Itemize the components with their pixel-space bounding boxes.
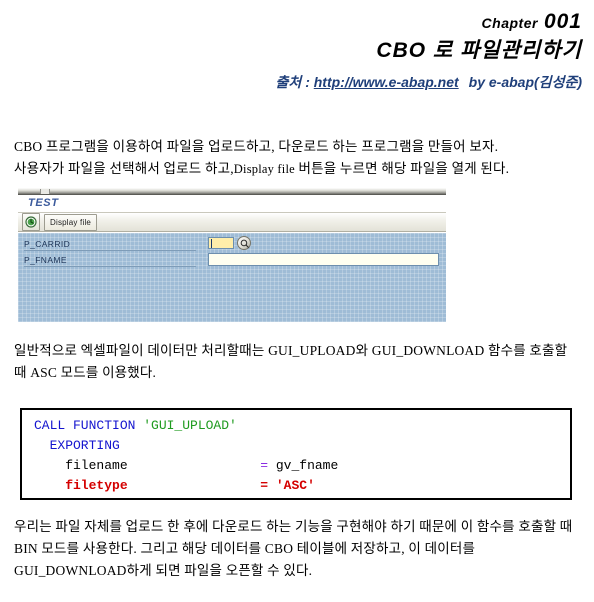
middle-paragraph: 일반적으로 엑셀파일이 데이터만 처리할때는 GUI_UPLOAD와 GUI_D… xyxy=(14,343,568,380)
sap-window-titlebar xyxy=(18,188,446,195)
selection-row-carrid: P_CARRID xyxy=(18,236,446,251)
display-file-button[interactable]: Display file xyxy=(44,213,98,231)
sap-toolbar: Display file xyxy=(18,212,446,232)
field-label-underline xyxy=(24,266,196,267)
field-label-underline xyxy=(24,250,196,251)
field-label-p-carrid: P_CARRID xyxy=(24,238,71,249)
code-value-gv-fname: gv_fname xyxy=(275,458,339,473)
code-value-asc: 'ASC' xyxy=(275,478,315,493)
code-keyword-call-function: CALL FUNCTION xyxy=(34,418,144,433)
code-string-gui-upload: 'GUI_UPLOAD' xyxy=(143,418,237,433)
selection-row-fname: P_FNAME xyxy=(18,252,446,267)
abap-code-block: CALL FUNCTION 'GUI_UPLOAD' EXPORTING fil… xyxy=(20,408,572,500)
code-param-filetype: filetype xyxy=(34,478,128,493)
closing-paragraph: 우리는 파일 자체를 업로드 한 후에 다운로드 하는 기능을 구현해야 하기 … xyxy=(14,519,573,578)
p-carrid-input[interactable] xyxy=(208,237,234,249)
intro-line-2: 사용자가 파일을 선택해서 업로드 하고,Display file 버튼을 누르… xyxy=(14,158,582,180)
chapter-line: Chapter 001 xyxy=(0,11,582,32)
intro-paragraph: CBO 프로그램을 이용하여 파일을 업로드하고, 다운로드 하는 프로그램을 … xyxy=(14,136,582,180)
code-operator-eq-1: = xyxy=(260,458,276,473)
display-file-button-label: Display file xyxy=(50,217,92,227)
sap-selection-area: P_CARRID P_FNAME xyxy=(18,233,446,322)
intro-line-2-part-c: 버튼을 누르면 해당 파일을 열게 된다. xyxy=(298,161,510,176)
chapter-number: 001 xyxy=(543,10,582,33)
display-file-mention: Display file xyxy=(233,162,295,176)
document-header: Chapter 001 CBO 로 파일관리하기 출처 : http://www.… xyxy=(0,0,594,92)
source-label: 출처 : xyxy=(275,74,314,91)
code-pad xyxy=(128,458,261,473)
code-operator-eq-2: = xyxy=(260,478,276,493)
source-author: by e-abap(김성준) xyxy=(468,74,582,91)
chapter-word: Chapter xyxy=(481,15,538,31)
sap-selection-screen-screenshot: TEST Display file P_CARRID P_FNAME xyxy=(18,188,446,322)
source-credit-line: 출처 : http://www.e-abap.net by e-abap(김성준) xyxy=(0,72,582,92)
intro-line-1: CBO 프로그램을 이용하여 파일을 업로드하고, 다운로드 하는 프로그램을 … xyxy=(14,139,499,154)
intro-line-2-part-a: 사용자가 파일을 선택해서 업로드 하고, xyxy=(14,161,234,176)
text-caret xyxy=(211,239,212,248)
code-param-filename: filename xyxy=(34,458,128,473)
p-fname-input[interactable] xyxy=(208,253,439,266)
search-help-icon[interactable] xyxy=(237,236,251,250)
code-keyword-exporting: EXPORTING xyxy=(34,438,120,453)
source-url-link[interactable]: http://www.e-abap.net xyxy=(314,74,459,90)
sap-screen-title: TEST xyxy=(28,197,59,209)
titlebar-handle xyxy=(40,189,50,194)
execute-clock-icon[interactable] xyxy=(22,213,40,231)
code-pad xyxy=(128,478,261,493)
page-title: CBO 로 파일관리하기 xyxy=(376,39,582,62)
field-label-p-fname: P_FNAME xyxy=(24,254,67,265)
